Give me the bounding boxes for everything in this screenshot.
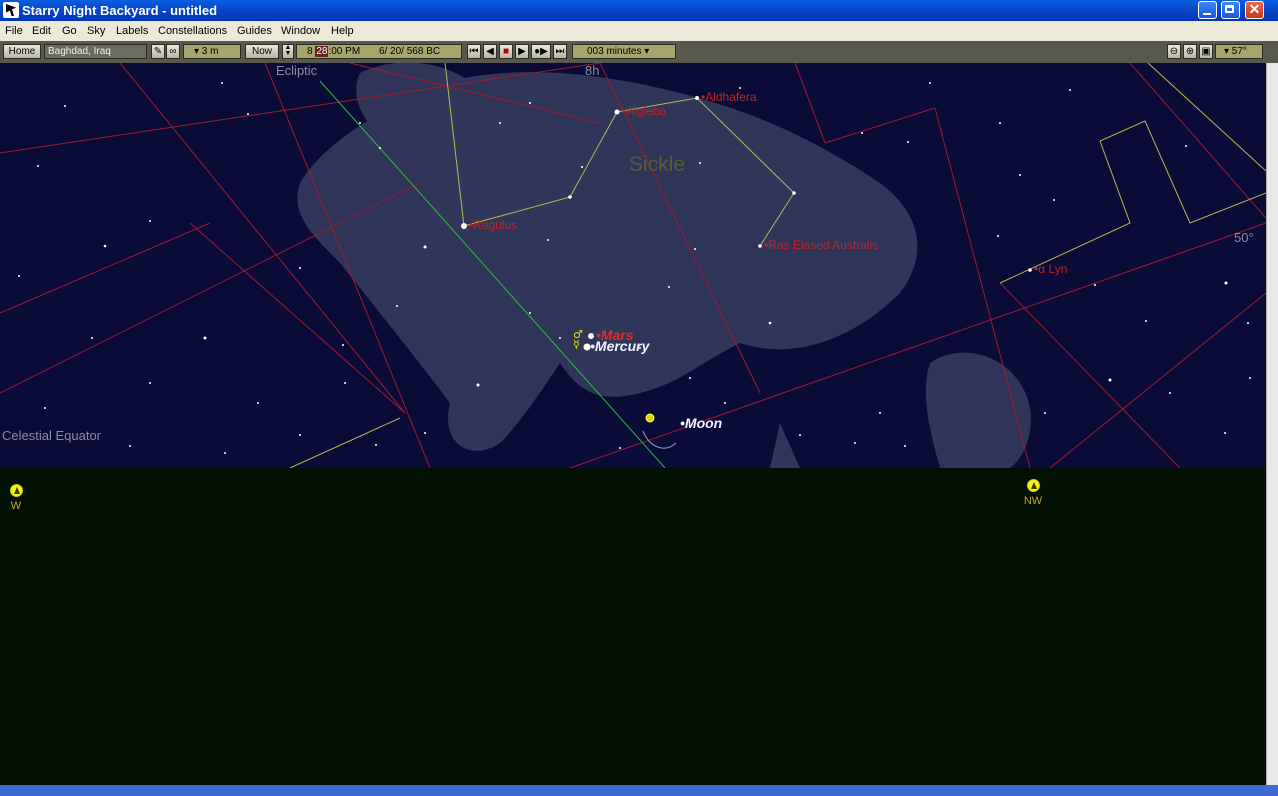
menu-edit[interactable]: Edit: [32, 25, 51, 37]
maximize-icon: [1225, 5, 1234, 13]
ecliptic-label: Ecliptic: [276, 63, 318, 78]
compass-northwest-label: NW: [1023, 495, 1043, 507]
menu-sky[interactable]: Sky: [87, 25, 105, 37]
window-bottom-border: [0, 785, 1278, 796]
sky-chart: ♂ ☿: [0, 63, 1266, 468]
close-icon: ✕: [1248, 1, 1261, 17]
sky-view[interactable]: ♂ ☿ Ecliptic 8h Celestial Equator 50° Si…: [0, 63, 1266, 468]
menu-help[interactable]: Help: [331, 25, 354, 37]
now-button[interactable]: Now: [245, 44, 279, 59]
leo-artwork: [297, 63, 1031, 468]
menu-window[interactable]: Window: [281, 25, 320, 37]
play-reverse-icon[interactable]: ◀: [483, 44, 497, 59]
home-button[interactable]: Home: [3, 44, 41, 59]
time-rate-dropdown[interactable]: 003 minutes ▾: [572, 44, 676, 59]
time-date-field[interactable]: 8 28:00 PM 6/ 20/ 568 BC: [296, 44, 462, 59]
close-button[interactable]: ✕: [1245, 1, 1264, 19]
zoom-out-icon[interactable]: ⊖: [1167, 44, 1181, 59]
ra-label: 8h: [585, 63, 600, 78]
step-back-icon[interactable]: ⏮: [467, 44, 481, 59]
real-time-icon[interactable]: ●▶: [531, 44, 551, 59]
star-label-alpha-lyn[interactable]: •α Lyn: [1034, 262, 1067, 276]
step-forward-icon[interactable]: ⏭: [553, 44, 567, 59]
side-panel-strip[interactable]: [1266, 63, 1278, 785]
compass-northwest[interactable]: NW: [1013, 479, 1053, 507]
stop-icon[interactable]: ■: [499, 44, 513, 59]
asterism-label: Sickle: [629, 153, 686, 176]
mercury-symbol-icon: ☿: [573, 338, 580, 351]
menu-bar: File Edit Go Sky Labels Constellations G…: [0, 21, 1278, 41]
minimize-button[interactable]: [1198, 1, 1217, 19]
moon-icon: [645, 413, 655, 423]
zoom-in-icon[interactable]: ⊕: [1183, 44, 1197, 59]
compass-marker-icon: [1026, 479, 1040, 492]
pencil-icon[interactable]: ✎: [151, 44, 165, 59]
app-window: Starry Night Backyard - untitled ✕ File …: [0, 0, 1278, 796]
star-label-ras-elased[interactable]: •Ras Elased Australis: [764, 238, 878, 252]
time-minute[interactable]: 28: [315, 46, 329, 57]
planet-label-moon[interactable]: •Moon: [680, 415, 722, 431]
maximize-button[interactable]: [1221, 1, 1240, 19]
star-label-aldhafera[interactable]: •Aldhafera: [701, 90, 757, 104]
menu-go[interactable]: Go: [62, 25, 77, 37]
time-rest: :00 PM: [328, 46, 361, 57]
date-value: 6/ 20/ 568 BC: [378, 46, 441, 57]
compass-west[interactable]: W: [0, 484, 36, 512]
compass-marker-icon: [9, 484, 23, 497]
declination-label: 50°: [1234, 230, 1254, 245]
star-label-regulus[interactable]: •Regulus: [469, 218, 517, 232]
celestial-equator-label: Celestial Equator: [2, 428, 101, 443]
time-stepper[interactable]: ▲ ▼: [282, 44, 294, 59]
menu-file[interactable]: File: [5, 25, 23, 37]
menu-guides[interactable]: Guides: [237, 25, 272, 37]
binoculars-icon[interactable]: ∞: [166, 44, 180, 59]
menu-labels[interactable]: Labels: [116, 25, 148, 37]
compass-west-label: W: [10, 500, 22, 512]
location-field[interactable]: Baghdad, Iraq: [44, 44, 147, 59]
minimize-icon: [1203, 13, 1211, 15]
time-step-dropdown[interactable]: ▾ 3 m: [183, 44, 241, 59]
window-title: Starry Night Backyard - untitled: [22, 3, 218, 18]
star-label-algieba[interactable]: •Algieba: [622, 104, 666, 118]
play-icon[interactable]: ▶: [515, 44, 529, 59]
planet-label-mercury[interactable]: •Mercury: [590, 338, 649, 354]
menu-constellations[interactable]: Constellations: [158, 25, 227, 37]
fov-dropdown[interactable]: ▾ 57°: [1215, 44, 1263, 59]
zoom-box-icon[interactable]: ▣: [1199, 44, 1213, 59]
toolbar: Home Baghdad, Iraq ✎ ∞ ▾ 3 m Now ▲ ▼ 8 28…: [0, 41, 1278, 63]
time-hour: 8: [307, 46, 313, 57]
ground[interactable]: W NW: [0, 468, 1266, 785]
app-icon: [3, 2, 19, 18]
title-bar[interactable]: Starry Night Backyard - untitled ✕: [0, 0, 1278, 21]
